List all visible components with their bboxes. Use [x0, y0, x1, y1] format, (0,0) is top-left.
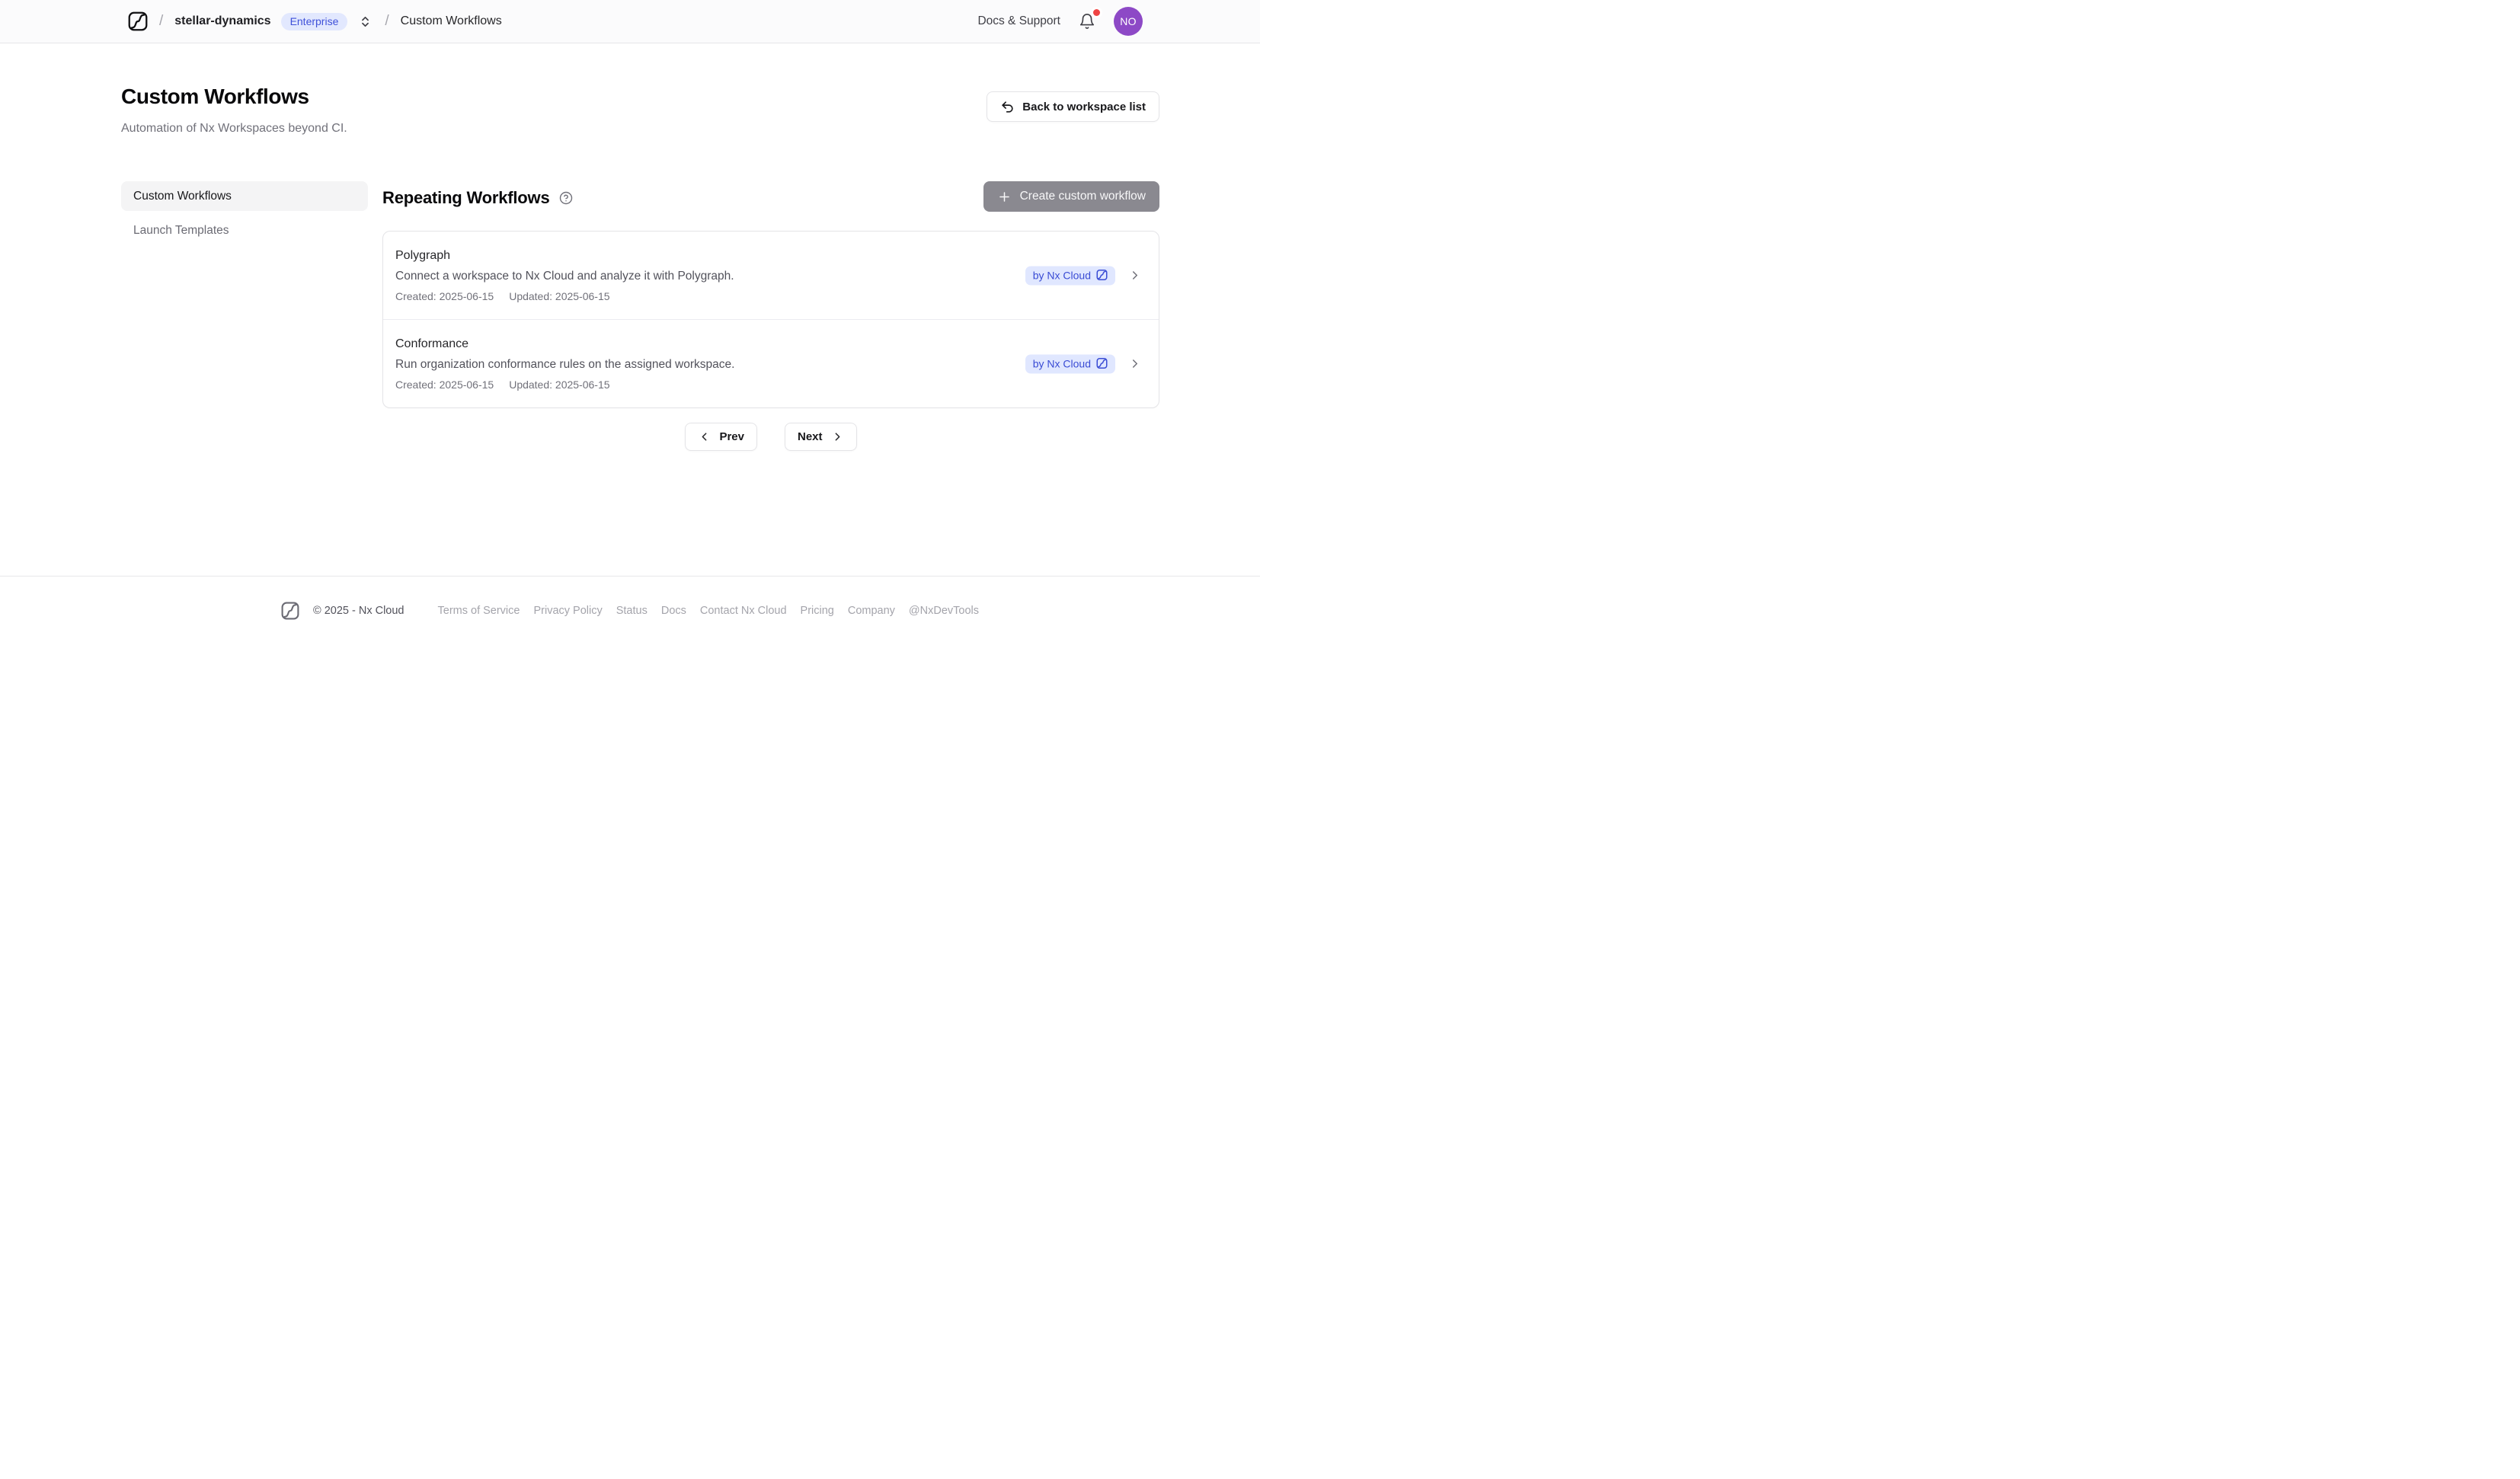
header-actions: Docs & Support NO: [977, 7, 1143, 36]
workflow-description: Run organization conformance rules on th…: [395, 356, 1014, 373]
back-to-workspace-list-button[interactable]: Back to workspace list: [987, 91, 1159, 122]
back-button-label: Back to workspace list: [1022, 101, 1146, 113]
workflow-list: Polygraph Connect a workspace to Nx Clou…: [382, 231, 1159, 408]
sidebar-item-launch-templates[interactable]: Launch Templates: [121, 216, 368, 245]
workflow-updated: Updated: 2025-06-15: [509, 378, 609, 391]
notifications-button[interactable]: [1077, 11, 1097, 31]
footer-link-contact[interactable]: Contact Nx Cloud: [700, 605, 787, 617]
badge-label: by Nx Cloud: [1033, 269, 1091, 281]
footer: © 2025 - Nx Cloud Terms of Service Priva…: [0, 576, 1260, 751]
nx-logo-small-icon: [1096, 358, 1108, 369]
docs-support-link[interactable]: Docs & Support: [977, 14, 1060, 28]
avatar[interactable]: NO: [1114, 7, 1143, 36]
next-page-button[interactable]: Next: [785, 423, 857, 451]
page-heading-block: Custom Workflows Automation of Nx Worksp…: [121, 85, 347, 136]
footer-link-docs[interactable]: Docs: [661, 605, 686, 617]
workflow-created: Created: 2025-06-15: [395, 289, 494, 303]
page-subtitle: Automation of Nx Workspaces beyond CI.: [121, 122, 347, 136]
top-nav: / stellar-dynamics Enterprise / Custom W…: [0, 0, 1260, 43]
chevron-left-icon: [698, 430, 711, 443]
workflow-name: Polygraph: [395, 248, 1014, 264]
plan-badge: Enterprise: [281, 13, 348, 30]
breadcrumb-separator: /: [159, 13, 163, 30]
by-nx-cloud-badge[interactable]: by Nx Cloud: [1025, 354, 1115, 373]
breadcrumb-page[interactable]: Custom Workflows: [401, 14, 502, 28]
pagination: Prev Next: [382, 423, 1159, 451]
breadcrumb-org[interactable]: stellar-dynamics: [174, 14, 270, 28]
workflow-name: Conformance: [395, 336, 1014, 353]
copyright-text: © 2025 - Nx Cloud: [313, 605, 405, 617]
breadcrumb: / stellar-dynamics Enterprise / Custom W…: [128, 11, 502, 31]
chevron-right-icon: [1128, 357, 1142, 371]
undo-arrow-icon: [1000, 100, 1015, 114]
create-custom-workflow-button[interactable]: Create custom workflow: [983, 181, 1159, 212]
page-title: Custom Workflows: [121, 85, 347, 109]
by-nx-cloud-badge[interactable]: by Nx Cloud: [1025, 266, 1115, 285]
sidebar-item-custom-workflows[interactable]: Custom Workflows: [121, 181, 368, 211]
repeating-workflows-section: Repeating Workflows Create custom workfl…: [382, 181, 1159, 451]
sidebar-item-label: Custom Workflows: [133, 190, 232, 203]
badge-label: by Nx Cloud: [1033, 357, 1091, 369]
plus-icon: [997, 190, 1012, 204]
footer-link-status[interactable]: Status: [616, 605, 648, 617]
workflows-sidebar: Custom Workflows Launch Templates: [121, 181, 368, 250]
footer-link-company[interactable]: Company: [848, 605, 895, 617]
workflow-description: Connect a workspace to Nx Cloud and anal…: [395, 268, 1014, 285]
footer-link-pricing[interactable]: Pricing: [801, 605, 834, 617]
help-circle-icon[interactable]: [559, 191, 573, 205]
workflow-updated: Updated: 2025-06-15: [509, 289, 609, 303]
nx-cloud-footer-logo-icon: [281, 602, 299, 620]
chevron-right-icon: [1128, 269, 1142, 283]
workflow-row-conformance[interactable]: Conformance Run organization conformance…: [383, 319, 1159, 407]
footer-link-nxdevtools[interactable]: @NxDevTools: [909, 605, 979, 617]
chevrons-up-down-icon: [359, 15, 372, 28]
nx-cloud-logo-icon[interactable]: [128, 11, 148, 31]
chevron-right-icon: [831, 430, 844, 443]
org-switcher-button[interactable]: [357, 14, 373, 30]
workflow-row-polygraph[interactable]: Polygraph Connect a workspace to Nx Clou…: [383, 232, 1159, 319]
sidebar-item-label: Launch Templates: [133, 224, 229, 238]
bell-icon: [1079, 13, 1095, 30]
section-title: Repeating Workflows: [382, 188, 550, 208]
footer-link-privacy[interactable]: Privacy Policy: [533, 605, 602, 617]
prev-page-button[interactable]: Prev: [685, 423, 757, 451]
workflow-created: Created: 2025-06-15: [395, 378, 494, 391]
nx-logo-small-icon: [1096, 270, 1108, 281]
create-button-label: Create custom workflow: [1020, 190, 1146, 203]
notification-dot: [1093, 9, 1100, 16]
prev-label: Prev: [719, 430, 744, 443]
breadcrumb-separator: /: [385, 13, 389, 30]
next-label: Next: [798, 430, 823, 443]
footer-link-terms[interactable]: Terms of Service: [438, 605, 520, 617]
